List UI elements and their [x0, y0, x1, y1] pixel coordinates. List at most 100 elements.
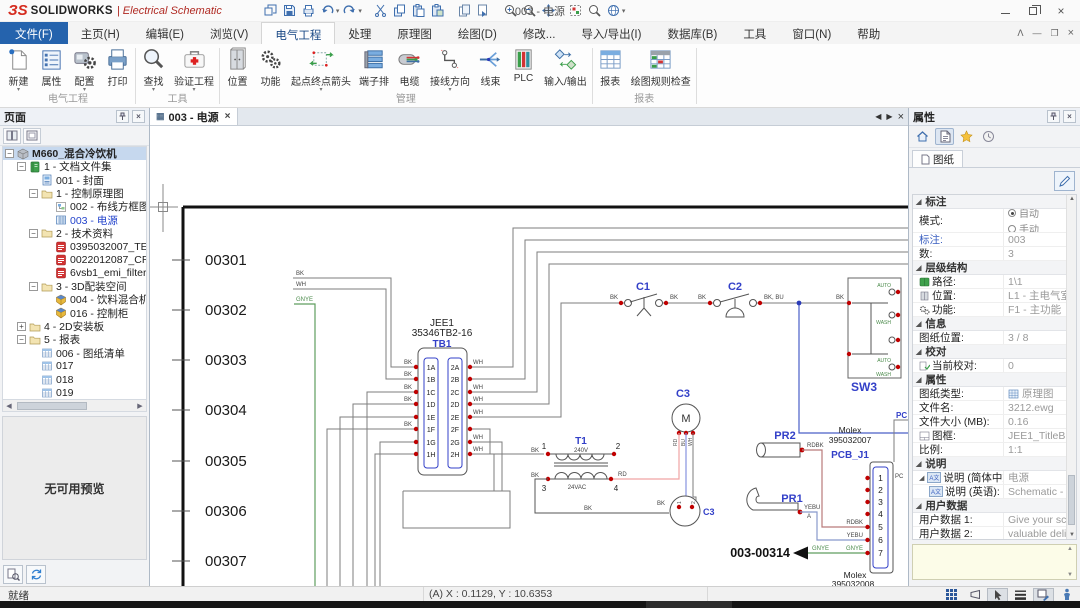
section-description[interactable]: ◢说明	[913, 457, 1066, 471]
print-button[interactable]: 打印	[101, 45, 134, 88]
menu-tab-import-export[interactable]: 导入/导出(I)	[568, 22, 654, 44]
tree-item-3d-space-folder[interactable]: −3 - 3D配装空间	[3, 280, 146, 293]
section-hierarchy[interactable]: ◢层级结构	[913, 261, 1066, 275]
menu-tab-window[interactable]: 窗口(N)	[779, 22, 844, 44]
memo-scroll-down-icon[interactable]: ▼	[1065, 572, 1075, 578]
menu-tab-library[interactable]: 数据库(B)	[654, 22, 730, 44]
paste-special-icon[interactable]	[429, 2, 446, 19]
description-memo-box[interactable]: ▲ ▼	[912, 544, 1077, 580]
tree-horizontal-scrollbar[interactable]: ◀▶	[2, 400, 147, 412]
scroll-down-icon[interactable]: ▼	[1067, 532, 1077, 538]
undo-caret-icon[interactable]: ▾	[336, 7, 340, 15]
schematic-canvas[interactable]: 00301 00302 00303 00304 00305 00306 0030…	[150, 126, 908, 586]
mdi-close-icon[interactable]: ×	[1068, 27, 1074, 39]
menu-tab-draw[interactable]: 绘图(D)	[445, 22, 510, 44]
t1-transformer[interactable]: T1 240V 24VAC 1 2 3 4 BK BK	[531, 436, 669, 513]
close-panel-icon[interactable]: ×	[132, 110, 145, 123]
document-properties-icon[interactable]	[935, 128, 954, 145]
copy-icon[interactable]	[391, 2, 408, 19]
minimize-button[interactable]	[998, 4, 1012, 18]
section-annotation[interactable]: ◢标注	[913, 195, 1066, 209]
copy-sheet-icon[interactable]	[456, 2, 473, 19]
tree-item-pdf-crimp[interactable]: 0022012087_CRIMP_H	[3, 253, 146, 266]
preview-refresh-icon[interactable]	[26, 565, 46, 584]
properties-scrollbar[interactable]: ▲ ▼	[1066, 195, 1076, 539]
tab-list-close-icon[interactable]: ×	[898, 111, 904, 123]
inputs-outputs-button[interactable]: 输入/输出	[540, 45, 591, 88]
terminal-strip-button[interactable]: 端子排	[355, 45, 393, 88]
property-row-description-zh[interactable]: ◢A文说明 (简体中文电源	[913, 471, 1066, 485]
help-icon[interactable]	[605, 2, 622, 19]
menu-tab-process[interactable]: 处理	[335, 22, 384, 44]
sketch-edit-icon[interactable]	[1033, 588, 1054, 602]
tree-item-power-page[interactable]: 003 - 电源	[3, 213, 146, 226]
tab-sheet[interactable]: 图纸	[912, 150, 963, 167]
favorites-star-icon[interactable]	[957, 128, 976, 145]
cut-icon[interactable]	[372, 2, 389, 19]
property-row-sheet-position[interactable]: 图纸位置:3 / 8	[913, 331, 1066, 345]
plc-button[interactable]: PLC	[507, 45, 540, 84]
property-row-current-revision[interactable]: 当前校对:0	[913, 359, 1066, 373]
home-icon[interactable]	[913, 128, 932, 145]
schematic-drawing[interactable]: 00301 00302 00303 00304 00305 00306 0030…	[150, 126, 908, 586]
property-row-sheet-type[interactable]: 图纸类型:原理图	[913, 387, 1066, 401]
properties-button[interactable]: 属性	[35, 45, 68, 88]
zoom-in-icon[interactable]	[502, 2, 519, 19]
tree-item-3d-cabinet[interactable]: 016 - 控制柜	[3, 307, 146, 320]
redo-icon[interactable]	[341, 2, 358, 19]
tab-close-icon[interactable]: ×	[225, 111, 231, 122]
tree-item-control-schemes-folder[interactable]: −1 - 控制原理图	[3, 187, 146, 200]
close-button[interactable]: ×	[1054, 4, 1068, 18]
print-icon[interactable]	[300, 2, 317, 19]
memo-scroll-up-icon[interactable]: ▲	[1065, 546, 1075, 552]
ergonomics-person-icon[interactable]	[1056, 588, 1077, 602]
section-info[interactable]: ◢信息	[913, 317, 1066, 331]
verify-project-button[interactable]: 验证工程▾	[170, 45, 218, 93]
history-clock-icon[interactable]	[979, 128, 998, 145]
c1-switch[interactable]: C1 BK BK	[610, 281, 678, 316]
new-button[interactable]: 新建▾	[2, 45, 35, 93]
search-icon[interactable]	[586, 2, 603, 19]
tree-item-report-017[interactable]: 017	[3, 360, 146, 373]
scrollbar-thumb[interactable]	[1068, 475, 1075, 525]
document-tab[interactable]: ▦ 003 - 电源 ×	[150, 108, 238, 125]
menu-tab-electrical-project[interactable]: 电气工程	[261, 22, 335, 44]
redo-caret-icon[interactable]: ▾	[358, 7, 362, 15]
tab-next-icon[interactable]: ▶	[886, 112, 892, 121]
tree-item-pdf-terminal[interactable]: 0395032007_TERMINA	[3, 240, 146, 253]
tree-item-wiring-diagram[interactable]: 002 - 布线方框图	[3, 200, 146, 213]
property-row-scale[interactable]: 比例:1:1	[913, 443, 1066, 457]
property-row-path[interactable]: 路径:1\1	[913, 275, 1066, 289]
selection-cursor-icon[interactable]	[987, 588, 1008, 602]
tree-item-fileset[interactable]: −1 - 文档文件集	[3, 160, 146, 173]
pin-icon[interactable]	[1047, 110, 1060, 123]
radio-auto[interactable]: 自动	[1008, 209, 1039, 220]
edit-pencil-icon[interactable]	[1054, 171, 1075, 191]
property-row-function[interactable]: 功能:F1 - 主功能	[913, 303, 1066, 317]
property-row-user-data-1[interactable]: 用户数据 1:Give your schem	[913, 513, 1066, 527]
pan-icon[interactable]	[540, 2, 557, 19]
menu-tab-help[interactable]: 帮助	[844, 22, 893, 44]
wiring-direction-button[interactable]: 接线方向▾	[426, 45, 474, 93]
location-button[interactable]: 位置	[221, 45, 254, 88]
zoom-previous-icon[interactable]	[521, 2, 538, 19]
sw3-switch[interactable]: AUTO WASH AUTO WASH BK SW3	[836, 278, 901, 394]
radio-manual[interactable]: 手动	[1008, 221, 1039, 232]
close-panel-icon[interactable]: ×	[1063, 110, 1076, 123]
pin-icon[interactable]	[116, 110, 129, 123]
grid-toggle-icon[interactable]	[941, 588, 962, 602]
tree-item-pdf-filter[interactable]: 6vsb1_emi_filter.pdf	[3, 267, 146, 280]
drawing-rules-check-button[interactable]: 绘图规则检查	[627, 45, 695, 88]
section-revision[interactable]: ◢校对	[913, 345, 1066, 359]
property-row-description-en[interactable]: A文说明 (英语):Schematic - Pow	[913, 485, 1066, 499]
tree-item-reports-folder[interactable]: −5 - 报表	[3, 333, 146, 346]
origin-destination-arrows-button[interactable]: 起点终点箭头▾	[287, 45, 355, 93]
menu-tab-edit[interactable]: 编辑(E)	[133, 22, 197, 44]
collapse-ribbon-icon[interactable]: ᐱ	[1017, 28, 1023, 39]
line-weight-icon[interactable]	[1010, 588, 1031, 602]
tb1-terminal-block[interactable]: JEE1 35346TB2-16 TB1 1A 1B 1C 1D 1E 1F 1…	[404, 318, 483, 475]
scroll-up-icon[interactable]: ▲	[1067, 196, 1077, 202]
tree-item-cover[interactable]: 001 - 封面	[3, 174, 146, 187]
scrollbar-thumb[interactable]	[17, 402, 87, 410]
property-row-user-data-2[interactable]: 用户数据 2:valuable deliver...	[913, 527, 1066, 539]
